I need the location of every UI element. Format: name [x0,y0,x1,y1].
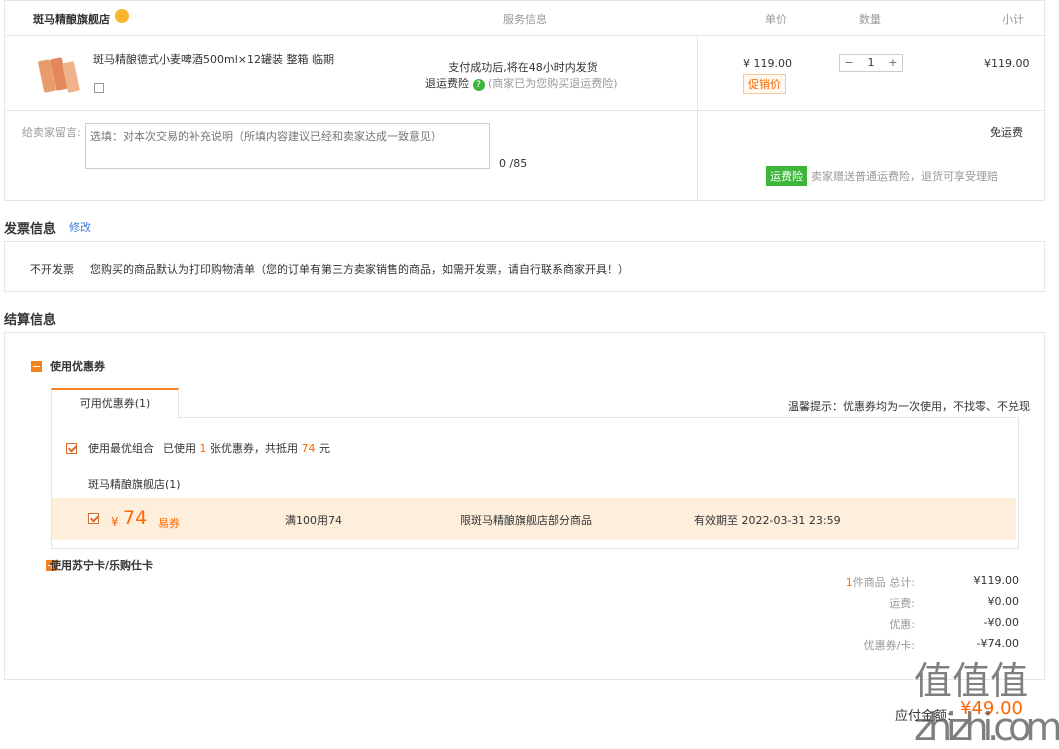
shop-badge-icon [115,9,129,23]
return-insurance-label: 退运费险 [425,77,469,90]
subtotal: ¥119.00 [984,57,1030,70]
used-amount: 74 [301,442,316,455]
product-title[interactable]: 斑马精酿德式小麦啤酒500ml×12罐装 整箱 临期 [93,51,334,67]
shop-name[interactable]: 斑马精酿旗舰店 [33,11,110,27]
coupon-type: 易券 [158,517,180,530]
used-mid: 张优惠券，共抵用 [210,442,298,455]
card-toggle[interactable]: 使用苏宁卡/乐购仕卡 [50,557,153,573]
col-subtotal: 小计 [1002,13,1024,26]
divider [697,110,698,201]
invoice-type: 不开发票 [30,263,74,276]
discount-label: 优惠: [889,618,915,631]
settlement-box: 使用优惠券 可用优惠券(1) 温馨提示：优惠券均为一次使用，不找零、不兑现 使用… [4,332,1045,680]
shipping-free: 免运费 [990,126,1023,139]
summary-items: 1件商品 总计: [846,574,915,590]
coupon-rule: 满100用74 [285,514,342,527]
order-header-row: 斑马精酿旗舰店 服务信息 单价 数量 小计 [4,0,1045,36]
shop-coupons-label: 斑马精酿旗舰店(1) [88,478,181,491]
insurance-note: 卖家赠送普通运费险，退货可享受理赔 [811,170,998,183]
collapse-icon[interactable] [31,361,42,372]
message-input[interactable] [85,123,490,169]
invoice-title: 发票信息 [4,222,57,237]
items-count: 1 [845,576,853,589]
service-icon [94,83,104,93]
promo-badge: 促销价 [743,74,786,94]
coupon-currency: ¥ [111,515,119,529]
coupon-value: -¥74.00 [976,637,1019,650]
invoice-edit-link[interactable]: 修改 [69,219,91,235]
coupon-checkbox[interactable] [88,513,99,524]
service-line-2: 退运费险 ? (商家已为您购买退运费险) [425,75,618,91]
invoice-box: 不开发票 您购买的商品默认为打印购物清单（您的订单有第三方卖家销售的商品，如需开… [4,241,1045,292]
divider [697,35,698,111]
col-price: 单价 [765,13,787,26]
product-row: 斑马精酿德式小麦啤酒500ml×12罐装 整箱 临期 支付成功后,将在48小时内… [4,35,1045,111]
coupon-used-summary: 已使用 1 张优惠券，共抵用 74 元 [163,440,330,456]
coupon-expiry: 有效期至 2022-03-31 23:59 [694,514,841,527]
message-row: 给卖家留言: 0 /85 免运费 运费险 卖家赠送普通运费险，退货可享受理赔 [4,110,1045,201]
shipping-label: 运费: [889,597,915,610]
coupon-scope: 限斑马精酿旗舰店部分商品 [460,514,592,527]
qty-plus-button[interactable]: + [884,55,902,71]
used-suffix: 元 [319,442,330,455]
service-line-1: 支付成功后,将在48小时内发货 [448,61,598,74]
coupon-tip: 温馨提示：优惠券均为一次使用，不找零、不兑现 [788,400,1030,413]
items-total: ¥119.00 [973,574,1020,587]
qty-value[interactable]: 1 [858,55,884,71]
coupon-panel: 使用最优组合 已使用 1 张优惠券，共抵用 74 元 斑马精酿旗舰店(1) ¥ … [51,417,1019,549]
watermark: 值 值 值 zhizhi.com [910,650,1059,749]
invoice-note: 您购买的商品默认为打印购物清单（您的订单有第三方卖家销售的商品，如需开发票，请自… [90,263,629,276]
coupon-amount: 74 [123,507,148,529]
summary: 1件商品 总计: ¥119.00 运费: ¥0.00 优惠: -¥0.00 优惠… [755,574,1019,658]
unit-price: ¥ 119.00 [743,57,792,70]
shipping-value: ¥0.00 [987,595,1020,608]
coupon-toggle[interactable]: 使用优惠券 [50,358,105,374]
used-prefix: 已使用 [163,442,196,455]
help-icon[interactable]: ? [472,79,485,91]
quantity-stepper: − 1 + [839,54,903,72]
best-combo-checkbox[interactable] [66,443,77,454]
qty-minus-button[interactable]: − [840,55,858,71]
return-insurance-note: (商家已为您购买退运费险) [488,77,618,90]
items-label: 件商品 总计: [852,576,915,589]
col-service: 服务信息 [503,13,547,26]
watermark-text: 值 值 值 zhizhi.com [914,659,1059,749]
message-counter: 0 /85 [499,157,528,170]
settlement-title: 结算信息 [4,313,57,328]
product-image[interactable] [37,56,80,96]
col-qty: 数量 [859,13,881,26]
coupon-item[interactable]: ¥ 74 易券 满100用74 限斑马精酿旗舰店部分商品 有效期至 2022-0… [52,498,1016,540]
discount-value: -¥0.00 [983,616,1019,629]
tab-available-coupons[interactable]: 可用优惠券(1) [51,388,179,418]
coupon-label: 优惠券/卡: [863,639,915,652]
best-combo-label: 使用最优组合 [88,442,154,455]
used-count: 1 [199,442,207,455]
message-label: 给卖家留言: [22,126,81,139]
insurance-tag: 运费险 [766,166,807,186]
